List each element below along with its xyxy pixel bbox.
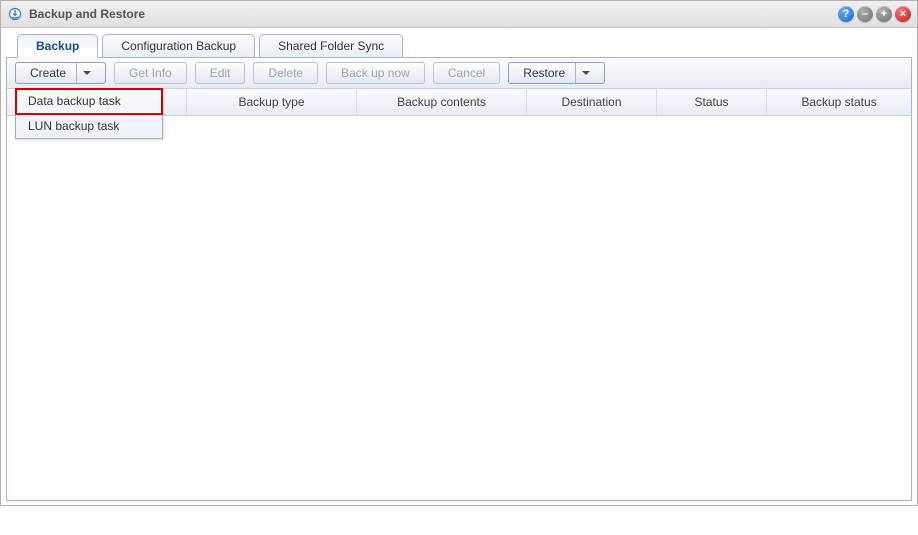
content-area: Backup Configuration Backup Shared Folde… [1, 28, 917, 506]
help-button[interactable]: ? [838, 6, 854, 22]
tab-row: Backup Configuration Backup Shared Folde… [17, 33, 912, 57]
toolbar: Create Get Info Edit Delete Back up now [7, 58, 911, 89]
window-title: Backup and Restore [29, 7, 145, 21]
restore-label: Restore [523, 63, 565, 83]
tab-backup[interactable]: Backup [17, 34, 98, 58]
column-backup-type[interactable]: Backup type [187, 89, 357, 115]
restore-dropdown-toggle[interactable] [575, 63, 590, 83]
tab-label: Configuration Backup [121, 39, 236, 53]
create-dropdown-toggle[interactable] [76, 63, 91, 83]
back-up-now-label: Back up now [341, 63, 410, 83]
column-label: Backup status [801, 95, 876, 109]
get-info-button[interactable]: Get Info [114, 62, 187, 84]
panel-backup: Create Get Info Edit Delete Back up now [6, 57, 912, 501]
create-button[interactable]: Create [15, 62, 106, 84]
delete-button[interactable]: Delete [253, 62, 318, 84]
tab-configuration-backup[interactable]: Configuration Backup [102, 34, 255, 57]
get-info-label: Get Info [129, 63, 172, 83]
edit-label: Edit [210, 63, 231, 83]
column-label: Status [694, 95, 728, 109]
menu-item-lun-backup-task[interactable]: LUN backup task [16, 114, 162, 138]
close-button[interactable]: × [895, 6, 911, 22]
create-menu: Data backup task LUN backup task [15, 88, 163, 139]
delete-label: Delete [268, 63, 303, 83]
column-status[interactable]: Status [657, 89, 767, 115]
tab-shared-folder-sync[interactable]: Shared Folder Sync [259, 34, 403, 57]
column-label: Destination [561, 95, 621, 109]
column-destination[interactable]: Destination [527, 89, 657, 115]
column-label: Backup contents [397, 95, 486, 109]
chevron-down-icon [83, 71, 91, 75]
menu-item-data-backup-task[interactable]: Data backup task [16, 89, 162, 114]
column-backup-contents[interactable]: Backup contents [357, 89, 527, 115]
back-up-now-button[interactable]: Back up now [326, 62, 425, 84]
cancel-label: Cancel [448, 63, 485, 83]
create-label: Create [30, 63, 66, 83]
tab-label: Shared Folder Sync [278, 39, 384, 53]
column-backup-status[interactable]: Backup status [767, 89, 911, 115]
titlebar: Backup and Restore ? – + × [1, 1, 917, 28]
restore-button[interactable]: Restore [508, 62, 605, 84]
menu-item-label: LUN backup task [28, 119, 119, 133]
app-icon [7, 6, 23, 22]
column-label: Backup type [238, 95, 304, 109]
maximize-button[interactable]: + [876, 6, 892, 22]
window-backup-restore: Backup and Restore ? – + × Backup Config… [0, 0, 918, 506]
edit-button[interactable]: Edit [195, 62, 246, 84]
menu-item-label: Data backup task [28, 94, 121, 108]
tab-label: Backup [36, 39, 79, 53]
cancel-button[interactable]: Cancel [433, 62, 500, 84]
minimize-button[interactable]: – [857, 6, 873, 22]
chevron-down-icon [582, 71, 590, 75]
